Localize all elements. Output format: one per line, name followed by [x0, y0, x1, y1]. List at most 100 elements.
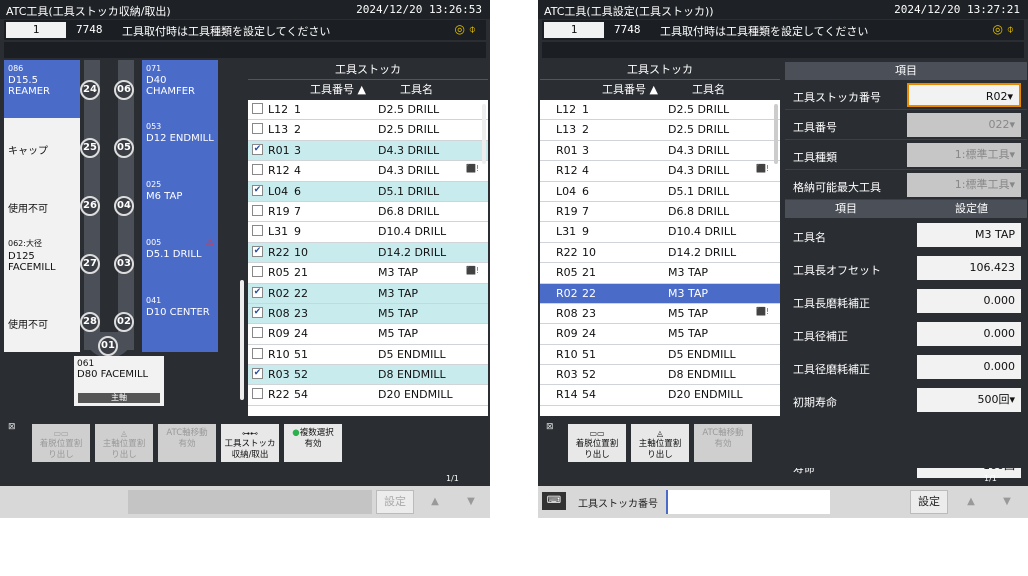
col-tool-name[interactable]: 工具名 [400, 80, 433, 100]
pot-number[interactable]: 25 [80, 138, 100, 158]
table-row[interactable]: L12 1 D2.5 DRILL [248, 100, 488, 121]
table-row[interactable]: ✔ R08 23 M5 TAP [248, 303, 488, 325]
table-row[interactable]: ✔ R01 3 D4.3 DRILL [248, 140, 488, 162]
table-row[interactable]: R05 21 M3 TAP ⬛! [248, 263, 488, 284]
arrow-down-icon[interactable]: ▼ [992, 490, 1022, 514]
magazine-tool-right[interactable]: 025 M6 TAP [142, 176, 218, 236]
softkey-stocker-store[interactable]: ⊶⊷ 工具ストッカ 収納/取出 [221, 424, 279, 462]
setting-value[interactable]: 0.000 [917, 289, 1021, 313]
magazine-tool-left[interactable]: 062:大径 D125 FACEMILL [4, 234, 80, 294]
row-checkbox[interactable] [252, 225, 263, 237]
input-field[interactable] [128, 490, 372, 514]
row-checkbox[interactable]: ✔ [252, 286, 263, 298]
table-row[interactable]: R08 23 M5 TAP ⬛! [540, 304, 780, 325]
row-checkbox[interactable] [252, 204, 263, 216]
set-button[interactable]: 設定 [910, 490, 948, 514]
setting-value[interactable]: 022▾ [907, 113, 1021, 137]
setting-value[interactable]: 0.000 [917, 322, 1021, 346]
arrow-up-icon[interactable]: ▲ [420, 490, 450, 514]
table-row[interactable]: ✔ R22 10 D14.2 DRILL [248, 242, 488, 264]
pot-number[interactable]: 05 [114, 138, 134, 158]
table-row[interactable]: L13 2 D2.5 DRILL [248, 120, 488, 141]
table-row[interactable]: R09 24 M5 TAP [248, 324, 488, 345]
magazine-tool-right[interactable]: 053 D12 ENDMILL [142, 118, 218, 178]
pot-number[interactable]: 28 [80, 312, 100, 332]
table-row[interactable]: ✔ R02 22 M3 TAP [248, 283, 488, 304]
row-checkbox[interactable] [252, 388, 263, 400]
pot-number[interactable]: 01 [98, 336, 118, 356]
input-field[interactable] [666, 490, 830, 514]
row-checkbox[interactable]: ✔ [252, 368, 263, 380]
table-row[interactable]: R12 4 D4.3 DRILL ⬛! [540, 161, 780, 182]
setting-value[interactable]: 1:標準工具▾ [907, 143, 1021, 167]
table-row[interactable]: L31 9 D10.4 DRILL [540, 222, 780, 243]
table-row[interactable]: ✔ L04 6 D5.1 DRILL [248, 181, 488, 202]
setting-value[interactable]: 106.423 [917, 256, 1021, 280]
table-row[interactable]: L04 6 D5.1 DRILL [540, 182, 780, 202]
scrollbar[interactable] [774, 104, 778, 164]
table-row[interactable]: R19 7 D6.8 DRILL [248, 202, 488, 223]
softkey-detach-position[interactable]: ▭▭ 着脱位置割 り出し [32, 424, 90, 462]
softkey-atc-axis[interactable]: ATC軸移動 有効 [158, 424, 216, 462]
keyboard-toggle-icon[interactable]: ⊠ [8, 422, 16, 432]
magazine-tool-right[interactable]: 005 D5.1 DRILL ⚠ [142, 234, 218, 294]
keyboard-icon[interactable]: ⌨ [542, 492, 566, 510]
row-checkbox[interactable]: ✔ [252, 184, 263, 196]
col-tool-name[interactable]: 工具名 [692, 80, 725, 100]
setting-value[interactable]: 500回▾ [917, 388, 1021, 412]
pot-number[interactable]: 27 [80, 254, 100, 274]
table-row[interactable]: R22 54 D20 ENDMILL [248, 385, 488, 406]
arrow-down-icon[interactable]: ▼ [456, 490, 486, 514]
pot-number[interactable]: 06 [114, 80, 134, 100]
row-checkbox[interactable]: ✔ [252, 143, 263, 155]
spindle-tool[interactable]: 061 D80 FACEMILL 主軸 [74, 356, 164, 406]
magazine-tool-left[interactable]: 086 D15.5 REAMER [4, 60, 80, 120]
magazine-tool-left[interactable]: キャップ [4, 118, 80, 178]
magazine-tool-right[interactable]: 071 D40 CHAMFER [142, 60, 218, 120]
softkey-spindle-position[interactable]: ◬ 主軸位置割 り出し [95, 424, 153, 462]
pot-number[interactable]: 26 [80, 196, 100, 216]
col-tool-number[interactable]: 工具番号 ▲ [602, 80, 658, 100]
table-row[interactable]: L31 9 D10.4 DRILL [248, 222, 488, 243]
table-row[interactable]: L12 1 D2.5 DRILL [540, 100, 780, 121]
setting-value[interactable]: M3 TAP [917, 223, 1021, 247]
softkey-spindle-position[interactable]: ◬ 主軸位置割 り出し [631, 424, 689, 462]
row-checkbox[interactable] [252, 164, 263, 176]
softkey-atc-axis[interactable]: ATC軸移動 有効 [694, 424, 752, 462]
table-row[interactable]: R03 52 D8 ENDMILL [540, 365, 780, 386]
table-row[interactable]: R14 54 D20 ENDMILL [540, 385, 780, 406]
table-row[interactable]: ✔ R03 52 D8 ENDMILL [248, 365, 488, 386]
row-checkbox[interactable]: ✔ [252, 306, 263, 318]
magazine-tool-right[interactable]: 041 D10 CENTER [142, 292, 218, 352]
pot-number[interactable]: 04 [114, 196, 134, 216]
pot-number[interactable]: 02 [114, 312, 134, 332]
setting-value[interactable]: R02▾ [907, 83, 1021, 107]
row-checkbox[interactable]: ✔ [252, 245, 263, 257]
table-row[interactable]: R01 3 D4.3 DRILL [540, 141, 780, 162]
keyboard-toggle-icon[interactable]: ⊠ [546, 422, 554, 432]
magazine-tool-left[interactable]: 使用不可 [4, 292, 80, 352]
row-checkbox[interactable] [252, 347, 263, 359]
scrollbar[interactable] [482, 104, 486, 164]
alarm-icon[interactable]: ◎ ⌽ [455, 22, 477, 37]
row-checkbox[interactable] [252, 123, 263, 135]
table-row[interactable]: R10 51 D5 ENDMILL [248, 345, 488, 366]
setting-value[interactable]: 1:標準工具▾ [907, 173, 1021, 197]
table-row[interactable]: R12 4 D4.3 DRILL ⬛! [248, 161, 488, 182]
arrow-up-icon[interactable]: ▲ [956, 490, 986, 514]
col-tool-number[interactable]: 工具番号 ▲ [310, 80, 366, 100]
set-button[interactable]: 設定 [376, 490, 414, 514]
pot-number[interactable]: 24 [80, 80, 100, 100]
magazine-tool-left[interactable]: 使用不可 [4, 176, 80, 236]
table-row[interactable]: R10 51 D5 ENDMILL [540, 345, 780, 366]
softkey-multi-select[interactable]: ●複数選択 有効 [284, 424, 342, 462]
table-row[interactable]: R19 7 D6.8 DRILL [540, 202, 780, 223]
row-checkbox[interactable] [252, 327, 263, 339]
row-checkbox[interactable] [252, 266, 263, 278]
table-row[interactable]: R22 10 D14.2 DRILL [540, 243, 780, 264]
alarm-icon[interactable]: ◎ ⌽ [993, 22, 1015, 37]
softkey-detach-position[interactable]: ▭▭ 着脱位置割 り出し [568, 424, 626, 462]
table-row[interactable]: R02 22 M3 TAP [540, 283, 780, 304]
pot-number[interactable]: 03 [114, 254, 134, 274]
table-row[interactable]: R09 24 M5 TAP [540, 324, 780, 345]
